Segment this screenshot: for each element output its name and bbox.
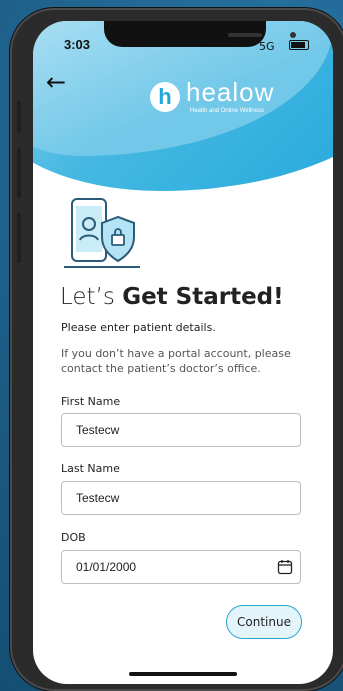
dob-label: DOB [61,531,86,544]
first-name-field[interactable] [61,413,301,447]
side-button [17,101,21,133]
app-screen: 3:03 5G ← h healow Health and Online Wel… [33,21,333,684]
page-title: Let’s Get Started! [60,284,284,310]
side-button [17,213,21,263]
arrow-left-icon[interactable]: ← [46,70,66,94]
logo-tagline: Health and Online Wellness [190,108,264,114]
phone-shield-illustration [64,198,140,268]
last-name-label: Last Name [61,462,120,475]
home-indicator [129,672,237,676]
continue-button[interactable]: Continue [226,605,302,639]
logo-mark-icon: h [150,82,180,112]
last-name-field[interactable] [61,481,301,515]
title-emphasis: Get Started! [122,284,284,310]
camera [290,32,296,38]
status-time: 3:03 [64,37,91,52]
dob-field[interactable] [61,550,301,584]
camera-notch [104,21,296,47]
side-button [17,148,21,198]
first-name-label: First Name [61,395,121,408]
title-prefix: Let’s [60,284,123,310]
portal-help-text: If you don’t have a portal account, plea… [61,347,291,375]
logo-wordmark: healow [186,77,275,107]
calendar-icon[interactable] [277,559,293,575]
speaker [228,33,262,37]
network-label: 5G [259,40,275,53]
battery-icon [289,40,309,50]
intro-text: Please enter patient details. [61,321,216,334]
